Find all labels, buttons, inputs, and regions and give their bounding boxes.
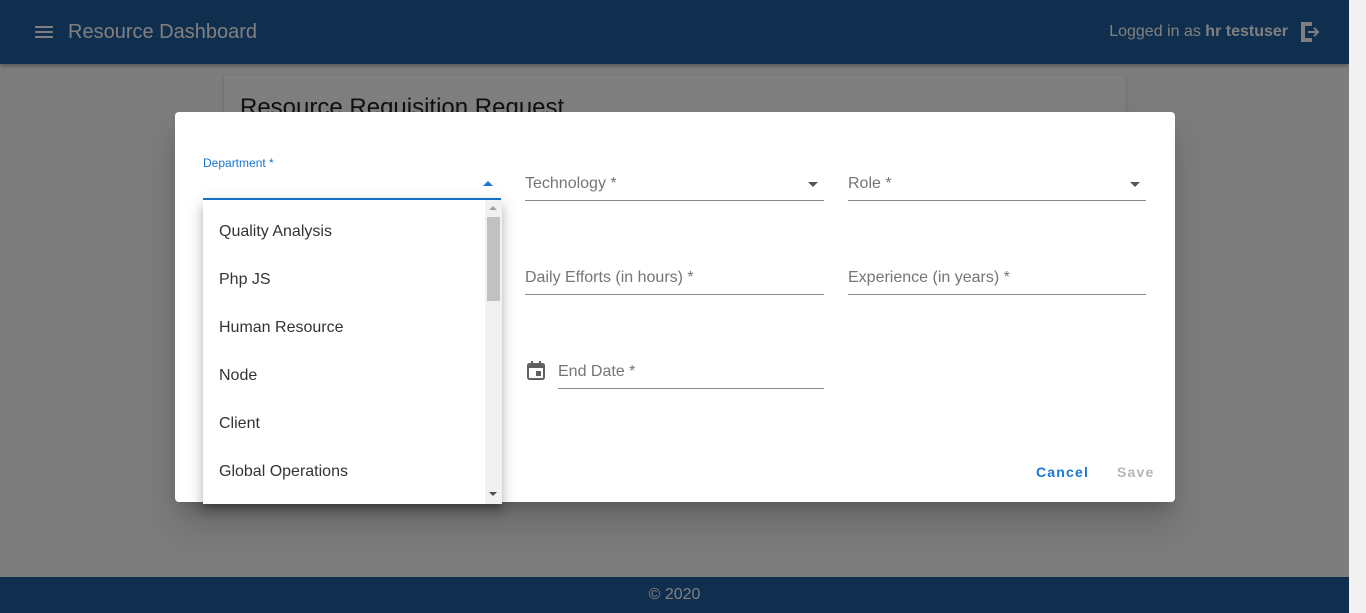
end-date-label: End Date * [558, 363, 636, 380]
end-date-input[interactable]: End Date * [558, 349, 824, 389]
chevron-up-icon [483, 181, 493, 186]
department-option[interactable]: Node [203, 352, 485, 400]
chevron-down-icon [808, 182, 818, 187]
experience-input[interactable]: Experience (in years) * [848, 255, 1146, 295]
department-option[interactable]: Client [203, 400, 485, 448]
save-button[interactable]: Save [1117, 464, 1155, 480]
scroll-up-icon[interactable] [489, 206, 497, 210]
department-dropdown-menu: Quality Analysis Php JS Human Resource N… [203, 200, 502, 504]
daily-efforts-label: Daily Efforts (in hours) * [525, 269, 694, 286]
technology-label: Technology * [525, 175, 617, 192]
department-option[interactable]: Global Operations [203, 448, 485, 496]
dropdown-scrollbar[interactable] [485, 200, 502, 504]
department-option[interactable]: Php JS [203, 256, 485, 304]
role-label: Role * [848, 175, 892, 192]
department-label: Department * [203, 156, 274, 170]
department-option[interactable]: Quality Analysis [203, 208, 485, 256]
daily-efforts-input[interactable]: Daily Efforts (in hours) * [525, 255, 824, 295]
role-select[interactable]: Role * [848, 161, 1146, 201]
page-scrollbar[interactable] [1349, 0, 1366, 613]
scrollbar-thumb[interactable] [487, 217, 500, 301]
experience-label: Experience (in years) * [848, 269, 1010, 286]
chevron-down-icon [1130, 182, 1140, 187]
technology-select[interactable]: Technology * [525, 161, 824, 201]
calendar-icon[interactable] [526, 361, 548, 383]
scroll-down-icon[interactable] [489, 492, 497, 496]
cancel-button[interactable]: Cancel [1036, 464, 1089, 480]
department-option[interactable]: Human Resource [203, 304, 485, 352]
